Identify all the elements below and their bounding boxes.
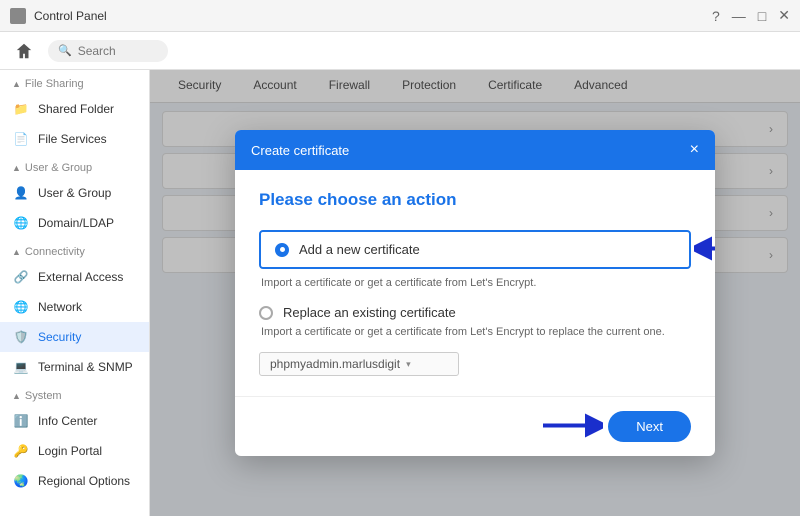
app-title: Control Panel — [34, 9, 107, 23]
login-icon: 🔑 — [12, 442, 30, 460]
modal-title: Create certificate — [251, 143, 349, 158]
help-button[interactable]: ? — [712, 8, 720, 24]
next-button[interactable]: Next — [608, 411, 691, 442]
section-user-group: ▲ User & Group — [0, 154, 149, 178]
search-input[interactable] — [78, 44, 148, 58]
user-icon: 👤 — [12, 184, 30, 202]
sidebar-item-shared-folder[interactable]: 📁 Shared Folder — [0, 94, 149, 124]
option2-description: Import a certificate or get a certificat… — [261, 326, 691, 338]
title-bar: Control Panel ? — □ ✕ — [0, 0, 800, 32]
minimize-button[interactable]: — — [732, 8, 746, 24]
top-nav: 🔍 — [0, 32, 800, 70]
main-panel: Security Account Firewall Protection Cer… — [150, 70, 800, 516]
option2-label: Replace an existing certificate — [283, 305, 456, 320]
modal-body: Please choose an action Add a new certif… — [235, 170, 715, 396]
arrow-pointing-to-next — [538, 411, 603, 439]
modal-header: Create certificate × — [235, 130, 715, 170]
option-replace-certificate[interactable]: Replace an existing certificate — [259, 305, 691, 320]
search-icon: 🔍 — [58, 44, 72, 57]
globe-icon: 🌏 — [12, 472, 30, 490]
option1-label: Add a new certificate — [299, 242, 420, 257]
close-window-button[interactable]: ✕ — [778, 7, 790, 24]
sidebar-item-security[interactable]: 🛡️ Security — [0, 322, 149, 352]
sidebar-item-login-portal[interactable]: 🔑 Login Portal — [0, 436, 149, 466]
maximize-button[interactable]: □ — [758, 8, 766, 24]
option1-description: Import a certificate or get a certificat… — [261, 277, 691, 289]
create-certificate-modal: Create certificate × Please choose an ac… — [235, 130, 715, 456]
info-icon: ℹ️ — [12, 412, 30, 430]
sidebar-item-info-center[interactable]: ℹ️ Info Center — [0, 406, 149, 436]
search-box[interactable]: 🔍 — [48, 40, 168, 62]
modal-footer: Next — [235, 396, 715, 456]
section-system: ▲ System — [0, 382, 149, 406]
home-button[interactable] — [12, 39, 36, 63]
dropdown-caret-icon: ▾ — [406, 359, 411, 370]
sidebar-item-file-services[interactable]: 📄 File Services — [0, 124, 149, 154]
external-access-icon: 🔗 — [12, 268, 30, 286]
sidebar-item-network[interactable]: 🌐 Network — [0, 292, 149, 322]
modal-close-button[interactable]: × — [690, 142, 699, 158]
modal-overlay: Create certificate × Please choose an ac… — [150, 70, 800, 516]
window-controls: ? — □ ✕ — [712, 7, 790, 24]
shield-icon: 🛡️ — [12, 328, 30, 346]
sidebar-item-user-group[interactable]: 👤 User & Group — [0, 178, 149, 208]
sidebar-item-regional-options[interactable]: 🌏 Regional Options — [0, 466, 149, 496]
sidebar-item-external-access[interactable]: 🔗 External Access — [0, 262, 149, 292]
option-add-new-certificate[interactable]: Add a new certificate — [259, 230, 691, 269]
network-icon: 🌐 — [12, 298, 30, 316]
sidebar: ▲ File Sharing 📁 Shared Folder 📄 File Se… — [0, 70, 150, 516]
modal-heading: Please choose an action — [259, 190, 691, 210]
file-icon: 📄 — [12, 130, 30, 148]
certificate-dropdown[interactable]: phpmyadmin.marlusdigit ▾ — [259, 352, 459, 376]
radio-replace-empty — [259, 306, 273, 320]
section-connectivity: ▲ Connectivity — [0, 238, 149, 262]
app-icon — [10, 8, 26, 24]
sidebar-item-terminal-snmp[interactable]: 💻 Terminal & SNMP — [0, 352, 149, 382]
domain-icon: 🌐 — [12, 214, 30, 232]
sidebar-item-domain-ldap[interactable]: 🌐 Domain/LDAP — [0, 208, 149, 238]
arrow-pointing-to-option1 — [694, 234, 715, 262]
dropdown-value: phpmyadmin.marlusdigit — [270, 357, 400, 371]
folder-icon: 📁 — [12, 100, 30, 118]
section-file-sharing: ▲ File Sharing — [0, 70, 149, 94]
radio-add-new-selected — [275, 243, 289, 257]
terminal-icon: 💻 — [12, 358, 30, 376]
